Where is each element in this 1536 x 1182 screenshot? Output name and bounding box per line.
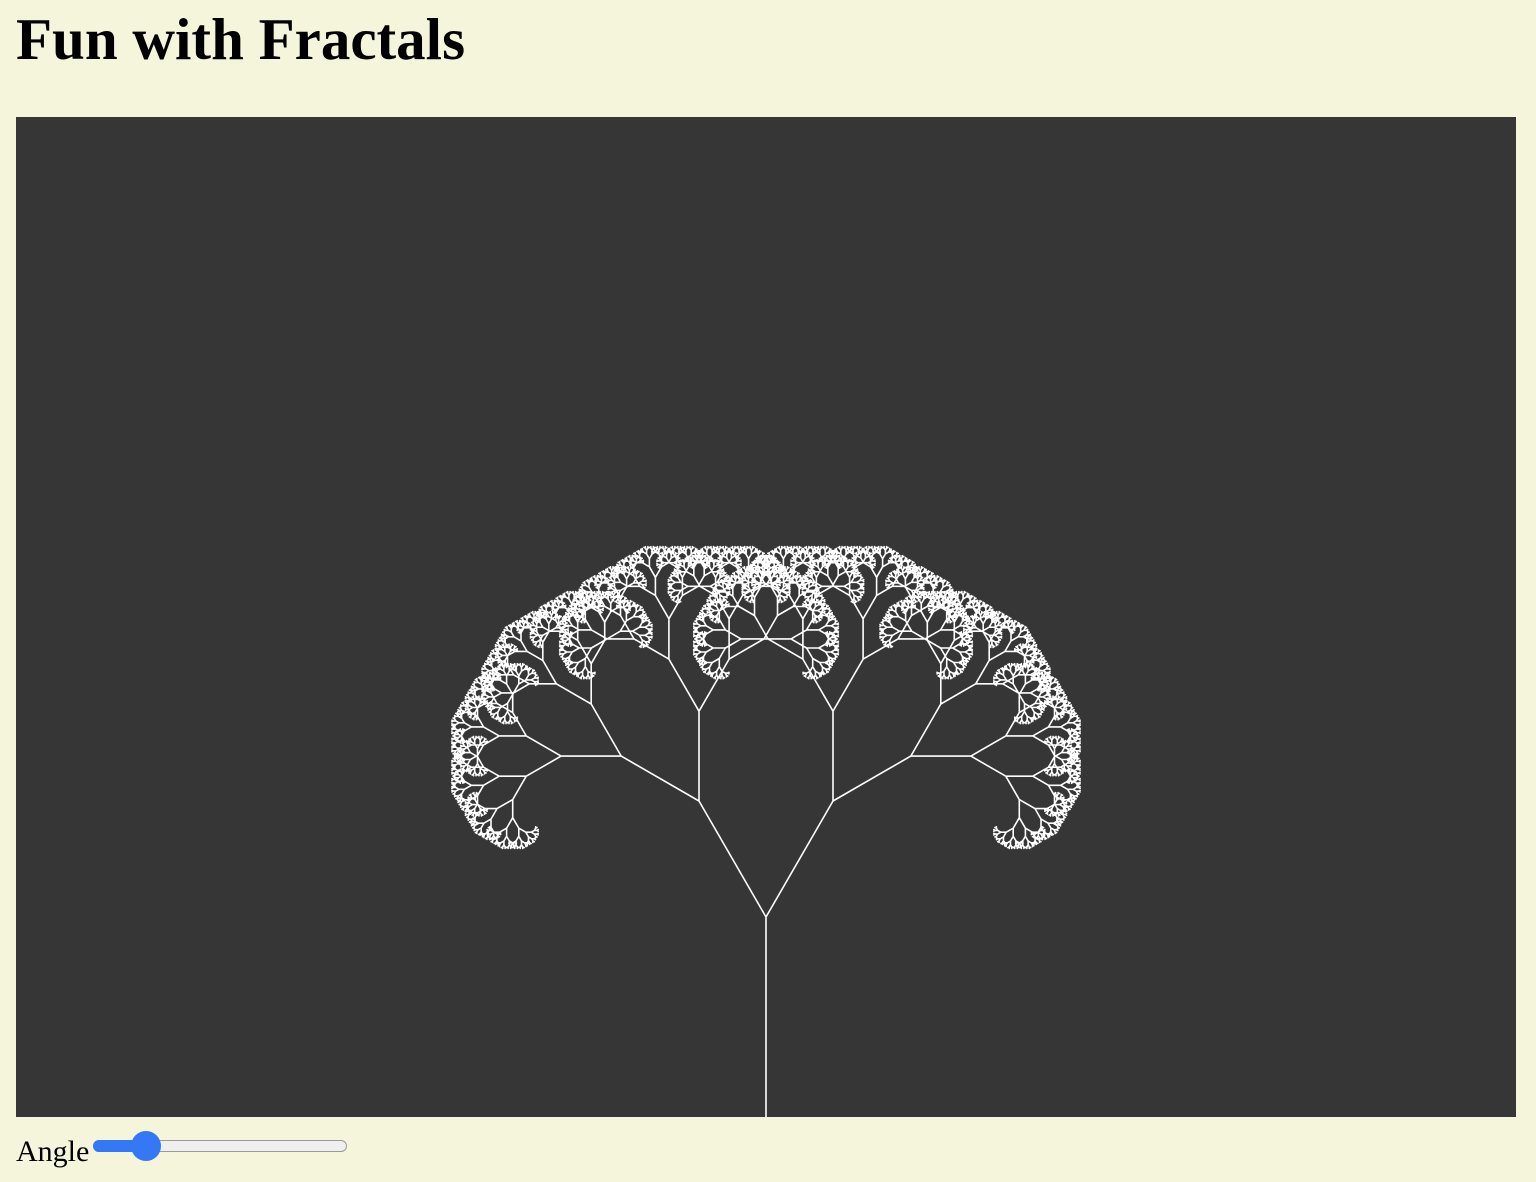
controls: Angle	[16, 1126, 349, 1168]
slider-thumb[interactable]	[130, 1131, 161, 1161]
angle-slider[interactable]	[93, 1130, 349, 1162]
angle-label: Angle	[16, 1135, 90, 1168]
fractal-canvas	[16, 117, 1516, 1117]
fractal-tree	[16, 117, 1516, 1117]
page-title: Fun with Fractals	[16, 6, 466, 72]
